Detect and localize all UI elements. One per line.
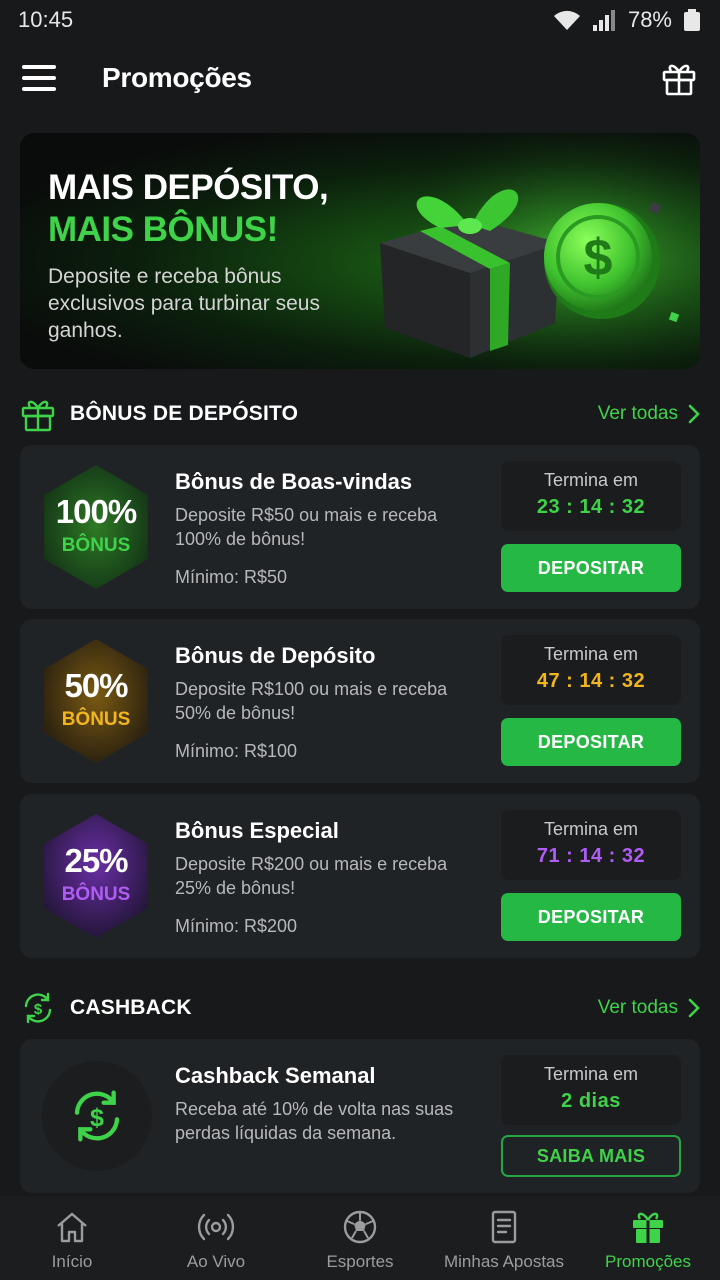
bonus-badge: 50% BÔNUS bbox=[40, 637, 152, 765]
deposit-button[interactable]: DEPOSITAR bbox=[501, 544, 681, 592]
deposit-bonus-section-header: BÔNUS DE DEPÓSITO Ver todas bbox=[20, 394, 700, 434]
card-description: Receba até 10% de volta nas suas perdas … bbox=[175, 1099, 454, 1143]
chevron-right-icon bbox=[688, 998, 700, 1018]
section-title: BÔNUS DE DEPÓSITO bbox=[70, 402, 299, 425]
timer-value: 47 : 14 : 32 bbox=[536, 670, 646, 692]
bonus-badge-label: BÔNUS bbox=[61, 884, 131, 905]
hamburger-menu-icon[interactable] bbox=[22, 59, 60, 97]
bonus-percent: 100% bbox=[55, 493, 137, 530]
bonus-card-special[interactable]: 25% BÔNUS Bônus Especial Deposite R$200 … bbox=[20, 794, 700, 958]
deposit-button[interactable]: DEPOSITAR bbox=[501, 893, 681, 941]
hero-title-line2: MAIS BÔNUS! bbox=[48, 210, 278, 249]
countdown-timer: Termina em 2 dias bbox=[501, 1055, 681, 1125]
learn-more-button[interactable]: SAIBA MAIS bbox=[501, 1135, 681, 1177]
timer-value: 2 dias bbox=[561, 1090, 621, 1112]
bonus-badge: 100% BÔNUS bbox=[40, 463, 152, 591]
svg-text:$: $ bbox=[34, 1001, 43, 1018]
bonus-percent: 25% bbox=[64, 842, 128, 879]
deposit-button[interactable]: DEPOSITAR bbox=[501, 718, 681, 766]
bonus-badge-label: BÔNUS bbox=[61, 709, 131, 730]
card-description: Deposite R$200 ou mais e receba 25% de b… bbox=[175, 854, 448, 898]
cashback-icon: $ bbox=[74, 1090, 120, 1142]
cashback-card[interactable]: $ Cashback Semanal Receba até 10% de vol… bbox=[20, 1039, 700, 1193]
gift-icon bbox=[21, 400, 55, 432]
timer-label: Termina em bbox=[543, 644, 639, 664]
timer-label: Termina em bbox=[543, 819, 639, 839]
page-title: Promoções bbox=[102, 62, 252, 93]
gift-icon bbox=[633, 1212, 663, 1243]
bonus-badge-label: BÔNUS bbox=[61, 535, 131, 556]
wifi-icon bbox=[553, 10, 580, 30]
hero-text: MAIS DEPÓSITO, MAIS BÔNUS! Deposite e re… bbox=[48, 167, 378, 344]
see-all-label: Ver todas bbox=[597, 403, 678, 424]
home-icon bbox=[57, 1212, 87, 1243]
see-all-cashback-link[interactable]: Ver todas bbox=[598, 997, 700, 1019]
countdown-timer: Termina em 71 : 14 : 32 bbox=[501, 810, 681, 880]
live-icon bbox=[197, 1213, 235, 1241]
section-title: CASHBACK bbox=[70, 996, 192, 1019]
card-description: Deposite R$50 ou mais e receba 100% de b… bbox=[175, 505, 438, 549]
svg-text:$: $ bbox=[90, 1104, 104, 1132]
chevron-right-icon bbox=[688, 404, 700, 424]
card-title: Bônus de Boas-vindas bbox=[175, 469, 413, 494]
soccer-ball-icon bbox=[343, 1210, 377, 1244]
bonus-percent: 50% bbox=[64, 667, 128, 704]
card-minimum: Mínimo: R$200 bbox=[175, 916, 298, 936]
gift-icon[interactable] bbox=[660, 59, 698, 97]
timer-value: 23 : 14 : 32 bbox=[536, 496, 646, 518]
bet-slip-icon bbox=[491, 1210, 517, 1244]
status-bar: 10:45 78% bbox=[0, 0, 720, 40]
bottom-navigation: Início Ao Vivo Esportes Minhas Apostas P… bbox=[0, 1196, 720, 1280]
battery-icon bbox=[684, 9, 700, 31]
timer-label: Termina em bbox=[543, 1064, 639, 1084]
cashback-section-header: $ CASHBACK Ver todas bbox=[20, 988, 700, 1028]
cashback-icon: $ bbox=[24, 992, 52, 1024]
status-icons: 78% bbox=[552, 7, 702, 33]
svg-text:$: $ bbox=[584, 229, 613, 287]
nav-label: Esportes bbox=[326, 1252, 394, 1271]
top-app-bar: Promoções bbox=[0, 40, 720, 116]
status-time: 10:45 bbox=[18, 7, 74, 32]
card-title: Cashback Semanal bbox=[175, 1063, 376, 1088]
nav-label: Minhas Apostas bbox=[443, 1252, 564, 1271]
hero-subtitle: Deposite e receba bônus exclusivos para … bbox=[48, 265, 320, 342]
nav-item-home[interactable]: Início bbox=[0, 1196, 144, 1280]
nav-label: Promoções bbox=[605, 1252, 691, 1271]
timer-label: Termina em bbox=[543, 470, 639, 490]
nav-item-promotions[interactable]: Promoções bbox=[576, 1196, 720, 1280]
bonus-card-welcome[interactable]: 100% BÔNUS Bônus de Boas-vindas Deposite… bbox=[20, 445, 700, 609]
card-description: Deposite R$100 ou mais e receba 50% de b… bbox=[175, 679, 448, 723]
countdown-timer: Termina em 47 : 14 : 32 bbox=[501, 635, 681, 705]
bonus-card-deposit[interactable]: 50% BÔNUS Bônus de Depósito Deposite R$1… bbox=[20, 619, 700, 783]
countdown-timer: Termina em 23 : 14 : 32 bbox=[501, 461, 681, 531]
see-all-deposit-link[interactable]: Ver todas bbox=[598, 403, 700, 425]
gift-coin-illustration: $ bbox=[350, 133, 700, 369]
card-title: Bônus Especial bbox=[175, 818, 339, 843]
card-minimum: Mínimo: R$100 bbox=[175, 741, 298, 761]
signal-icon bbox=[592, 10, 615, 31]
nav-item-live[interactable]: Ao Vivo bbox=[144, 1196, 288, 1280]
card-minimum: Mínimo: R$50 bbox=[175, 567, 288, 587]
nav-label: Início bbox=[51, 1252, 93, 1271]
nav-label: Ao Vivo bbox=[186, 1252, 246, 1271]
bonus-badge: 25% BÔNUS bbox=[40, 812, 152, 940]
nav-item-sports[interactable]: Esportes bbox=[288, 1196, 432, 1280]
promo-hero-banner[interactable]: $ MAIS DEPÓSITO, MAIS BÔNUS! Deposite e … bbox=[20, 133, 700, 369]
cashback-badge: $ bbox=[42, 1061, 152, 1171]
timer-value: 71 : 14 : 32 bbox=[536, 845, 646, 867]
nav-item-my-bets[interactable]: Minhas Apostas bbox=[432, 1196, 576, 1280]
battery-percent: 78% bbox=[627, 7, 672, 32]
card-title: Bônus de Depósito bbox=[175, 643, 376, 668]
see-all-label: Ver todas bbox=[597, 997, 678, 1018]
hero-title-line1: MAIS DEPÓSITO, bbox=[48, 168, 329, 207]
